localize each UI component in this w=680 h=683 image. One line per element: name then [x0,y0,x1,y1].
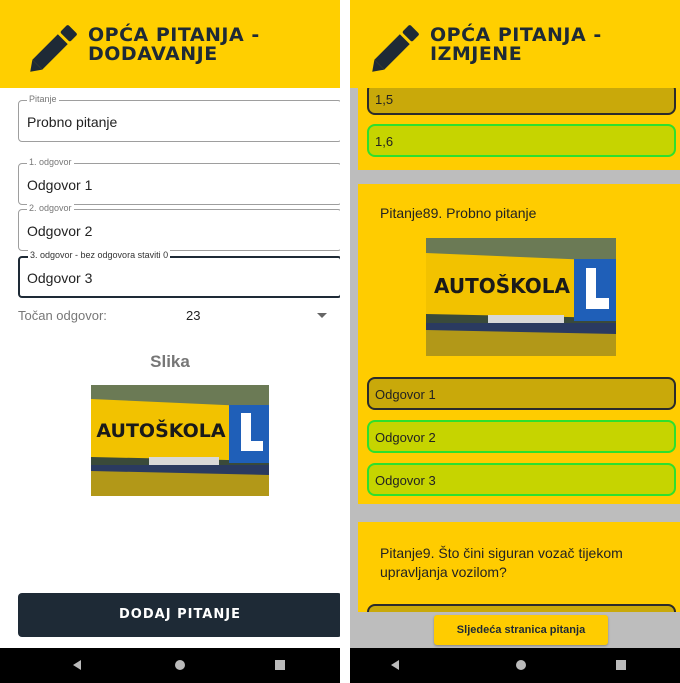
question-image: AUTOŠKOLA [426,238,616,356]
image-sign-text: AUTOŠKOLA [96,418,225,442]
nav-recents-icon[interactable] [275,660,285,670]
next-page-button[interactable]: Sljedeća stranica pitanja [434,615,608,645]
add-question-screen: OPĆA PITANJA - DODAVANJE Pitanje Probno … [0,0,340,683]
correct-answer-value[interactable]: 23 [186,308,200,323]
answer3-field-label: 3. odgovor - bez odgovora staviti 0 [28,250,171,261]
answer2-field-label: 2. odgovor [27,203,74,214]
answer2-field[interactable]: 2. odgovor Odgovor 2 [18,203,340,251]
image-sign-text: AUTOŠKOLA [434,274,570,298]
question-field-label: Pitanje [27,94,59,105]
nav-back-icon[interactable] [391,660,399,670]
answer1-field[interactable]: 1. odgovor Odgovor 1 [18,157,340,205]
answer1-field-value[interactable]: Odgovor 1 [27,177,92,193]
correct-answer-label: Točan odgovor: [18,308,107,323]
add-question-button[interactable]: DODAJ PITANJE [18,593,340,637]
question-field-value[interactable]: Probno pitanje [27,114,117,130]
question-image[interactable]: AUTOŠKOLA [91,385,269,496]
answer3-field-value[interactable]: Odgovor 3 [27,270,92,286]
answer-option-correct[interactable]: 1,6 [367,124,676,157]
answer-option[interactable]: Odgovor 1 [367,377,676,410]
question-card: Pitanje89. Probno pitanje AUTOŠKOLA [358,184,680,504]
dropdown-caret-icon[interactable] [317,313,327,318]
answer-option-correct[interactable]: Odgovor 3 [367,463,676,496]
nav-back-icon[interactable] [73,660,81,670]
answer3-field[interactable]: 3. odgovor - bez odgovora staviti 0 Odgo… [18,250,340,298]
pencil-icon [30,25,77,72]
app-bar: OPĆA PITANJA - DODAVANJE [0,0,340,88]
question-field[interactable]: Pitanje Probno pitanje [18,94,340,142]
question-text: Pitanje89. Probno pitanje [380,205,537,221]
android-nav-bar [0,648,340,683]
edit-questions-screen: 1,5 1,6 OPĆA PITANJA - IZMJENE Pitanje89… [350,0,680,683]
app-bar: OPĆA PITANJA - IZMJENE [350,0,680,88]
nav-recents-icon[interactable] [616,660,626,670]
answer-option-correct[interactable]: Odgovor 2 [367,420,676,453]
page-title: OPĆA PITANJA - IZMJENE [430,24,602,65]
android-nav-bar [350,648,680,683]
image-section-label: Slika [150,352,190,371]
question-text: Pitanje9. Što čini siguran vozač tijekom… [380,545,623,580]
screen-divider [340,0,350,683]
answer1-field-label: 1. odgovor [27,157,74,168]
nav-home-icon[interactable] [175,660,185,670]
pencil-icon [372,25,419,72]
nav-home-icon[interactable] [516,660,526,670]
page-title: OPĆA PITANJA - DODAVANJE [88,24,260,65]
correct-answer-select[interactable]: Točan odgovor: 23 [18,306,340,328]
answer2-field-value[interactable]: Odgovor 2 [27,223,92,239]
